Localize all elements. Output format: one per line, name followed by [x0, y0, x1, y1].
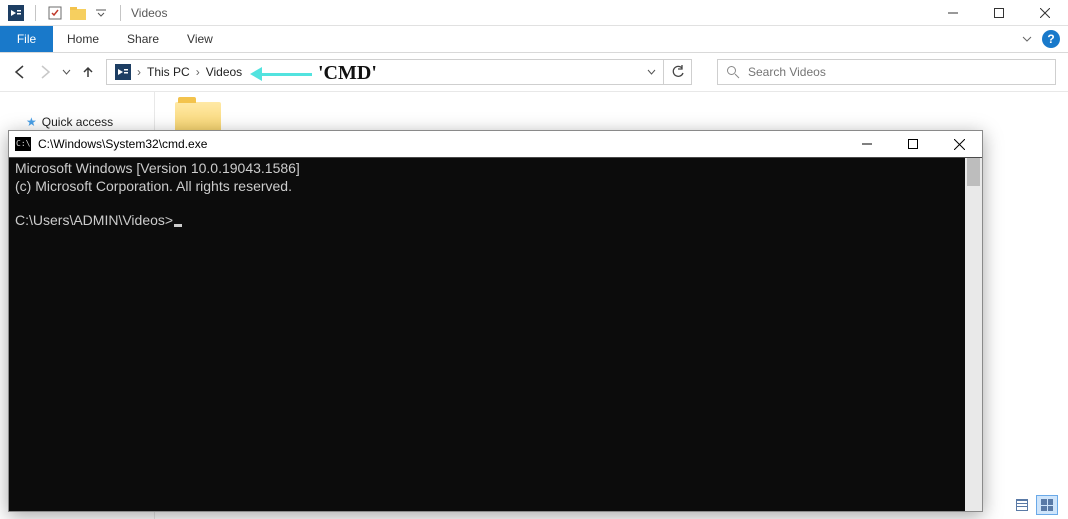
- address-dropdown-icon[interactable]: [639, 68, 663, 77]
- separator: [35, 5, 36, 21]
- cmd-prompt: C:\Users\ADMIN\Videos>: [15, 212, 173, 228]
- status-bar-view-switch: [1011, 495, 1058, 515]
- cmd-line: Microsoft Windows [Version 10.0.19043.15…: [15, 160, 300, 176]
- up-button[interactable]: [80, 64, 96, 80]
- address-icon[interactable]: [111, 60, 135, 84]
- scrollbar-thumb[interactable]: [967, 158, 980, 186]
- cmd-maximize-button[interactable]: [890, 131, 936, 158]
- chevron-right-icon[interactable]: ›: [135, 65, 143, 79]
- window-title: Videos: [131, 6, 167, 20]
- minimize-button[interactable]: [930, 0, 976, 26]
- annotation-label: 'CMD': [318, 62, 377, 85]
- recent-locations-button[interactable]: [62, 68, 71, 77]
- ribbon-expand-icon[interactable]: [1022, 34, 1032, 44]
- cmd-minimize-button[interactable]: [844, 131, 890, 158]
- tree-quick-access[interactable]: ★ Quick access: [0, 112, 154, 132]
- back-button[interactable]: [12, 64, 28, 80]
- cmd-icon: [15, 137, 31, 151]
- help-button[interactable]: ?: [1042, 30, 1060, 48]
- refresh-button[interactable]: [664, 59, 692, 85]
- tab-share[interactable]: Share: [113, 26, 173, 52]
- ribbon-tabs: File Home Share View ?: [0, 26, 1068, 53]
- tab-view[interactable]: View: [173, 26, 227, 52]
- breadcrumb-this-pc[interactable]: This PC: [143, 60, 194, 84]
- cursor: [174, 224, 182, 227]
- cmd-scrollbar[interactable]: [965, 158, 982, 511]
- address-bar[interactable]: › This PC › Videos: [106, 59, 664, 85]
- separator: [120, 5, 121, 21]
- breadcrumb-videos[interactable]: Videos: [202, 60, 246, 84]
- app-icon: [8, 5, 24, 21]
- details-view-button[interactable]: [1011, 495, 1033, 515]
- qat-customize-icon[interactable]: [93, 5, 109, 21]
- star-icon: ★: [26, 115, 37, 129]
- tree-label: Quick access: [42, 115, 113, 129]
- arrow-icon: [250, 69, 312, 79]
- close-button[interactable]: [1022, 0, 1068, 26]
- cmd-window: C:\Windows\System32\cmd.exe Microsoft Wi…: [8, 130, 983, 512]
- search-icon: [726, 65, 740, 79]
- navigation-row: › This PC › Videos: [0, 53, 1068, 92]
- chevron-right-icon[interactable]: ›: [194, 65, 202, 79]
- tab-home[interactable]: Home: [53, 26, 113, 52]
- maximize-button[interactable]: [976, 0, 1022, 26]
- forward-button: [37, 64, 53, 80]
- explorer-titlebar: Videos: [0, 0, 1068, 26]
- cmd-close-button[interactable]: [936, 131, 982, 158]
- quick-access-toolbar: [8, 5, 125, 21]
- search-box[interactable]: [717, 59, 1056, 85]
- new-folder-icon[interactable]: [70, 5, 86, 21]
- thumbnails-view-button[interactable]: [1036, 495, 1058, 515]
- cmd-console[interactable]: Microsoft Windows [Version 10.0.19043.15…: [9, 158, 982, 511]
- annotation: 'CMD': [250, 62, 377, 85]
- cmd-line: (c) Microsoft Corporation. All rights re…: [15, 178, 292, 194]
- cmd-title: C:\Windows\System32\cmd.exe: [38, 137, 207, 151]
- tab-file[interactable]: File: [0, 26, 53, 52]
- cmd-titlebar[interactable]: C:\Windows\System32\cmd.exe: [9, 131, 982, 158]
- search-input[interactable]: [748, 65, 1047, 79]
- properties-icon[interactable]: [47, 5, 63, 21]
